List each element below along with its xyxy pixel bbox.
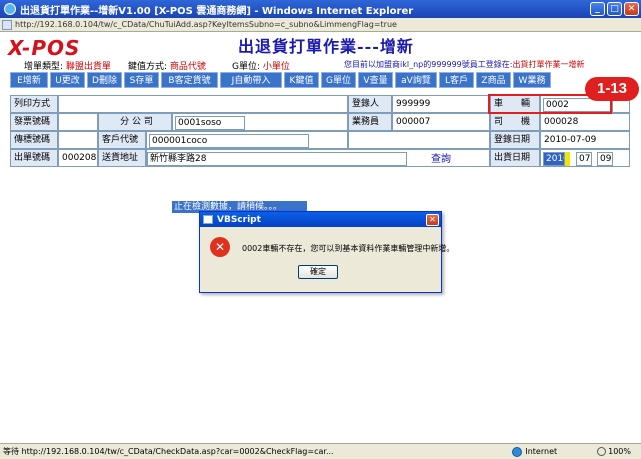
page-title: 出退貨打單作業---增新 — [238, 37, 414, 56]
ship-no-label: 出單號碼 — [10, 149, 58, 167]
print-mode-label: 列印方式 — [10, 95, 58, 113]
dialog-titlebar: VBScript ✕ — [200, 212, 441, 227]
zoom-icon — [597, 447, 607, 456]
ship-no-value: 000208 — [58, 149, 98, 167]
toolbar-button-edit[interactable]: U更改 — [50, 72, 85, 88]
globe-icon — [512, 446, 523, 457]
query-link[interactable]: 查詢 — [431, 152, 451, 166]
customer-code-input[interactable]: 000001coco — [149, 134, 309, 148]
address-bar[interactable]: http://192.168.0.104/tw/c_CData/ChuTuiAd… — [0, 18, 641, 32]
registrar-label: 登錄人 — [348, 95, 392, 113]
text-cursor — [565, 152, 570, 166]
toolbar-button-customer-order[interactable]: B客定貨號 — [161, 72, 218, 88]
login-date-label: 登錄日期 — [490, 131, 540, 149]
ok-button[interactable]: 確定 — [298, 265, 338, 279]
salesman-value: 000007 — [392, 113, 490, 131]
toolbar-button-check-qty[interactable]: V查量 — [358, 72, 393, 88]
unit-setting: G單位: 小單位 — [232, 62, 290, 72]
page-icon — [2, 19, 12, 30]
toolbar-button-auto-fill[interactable]: J自動帶入 — [220, 72, 282, 88]
maximize-button[interactable]: □ — [607, 2, 622, 16]
close-button[interactable]: ✕ — [624, 2, 639, 16]
form-row-2: 發票號碼 分 公 司 0001soso 業務員 000007 司 機 00002… — [10, 113, 630, 131]
toolbar-button-add[interactable]: E增新 — [10, 72, 48, 88]
driver-label: 司 機 — [490, 113, 540, 131]
window-titlebar: 出退貨打單作業--增新V1.00 [X-POS 雲通商務網] - Windows… — [0, 0, 641, 18]
branch-cell: 0001soso — [172, 113, 348, 131]
ship-date-year-input[interactable]: 2010 — [543, 152, 565, 166]
salesman-label: 業務員 — [348, 113, 392, 131]
key-mode: 鍵值方式: 商品代號 — [128, 62, 206, 72]
form-row-3: 傳標號碼 客戶代號 000001coco 登錄日期 2010-07-09 — [10, 131, 630, 149]
form-row-4: 出單號碼 000208 送貨地址 新竹縣李路28 查詢 出貨日期 2010 07… — [10, 149, 630, 167]
ship-addr-input[interactable]: 新竹縣李路28 — [147, 152, 407, 166]
driver-value: 000028 — [540, 113, 630, 131]
customer-code-label: 客戶代號 — [98, 131, 146, 149]
toolbar-button-customer[interactable]: L客戶 — [439, 72, 474, 88]
dialog-close-button[interactable]: ✕ — [426, 213, 439, 226]
login-notice: 您目前以加盟商ikl_np的999999號員工登錄在:出貨打單作業一增新 — [344, 60, 585, 69]
branch-label: 分 公 司 — [98, 113, 172, 131]
empty-cell — [348, 131, 490, 149]
security-zone: Internet — [512, 446, 557, 457]
login-date-value: 2010-07-09 — [540, 131, 630, 149]
ship-date-day-input[interactable]: 09 — [597, 152, 613, 166]
dialog-message: 0002車輛不存在，您可以到基本資料作業車輛管理中新增。 — [242, 244, 455, 253]
ie-icon — [4, 3, 16, 15]
step-callout: 1-13 — [585, 77, 639, 101]
zoom-control[interactable]: 100% — [597, 447, 631, 456]
voucher-no-label: 傳標號碼 — [10, 131, 58, 149]
invoice-no-field[interactable] — [58, 113, 98, 131]
error-icon: ✕ — [210, 237, 230, 257]
branch-input[interactable]: 0001soso — [175, 116, 245, 130]
status-bar: 等待 http://192.168.0.104/tw/c_CData/Check… — [0, 443, 641, 459]
toolbar-button-key-value[interactable]: K鍵值 — [284, 72, 319, 88]
window-title: 出退貨打單作業--增新V1.00 [X-POS 雲通商務網] - Windows… — [20, 5, 414, 17]
ship-addr-label: 送貨地址 — [98, 149, 146, 167]
ship-addr-cell: 新竹縣李路28 查詢 — [146, 149, 490, 167]
toolbar-button-save[interactable]: S存單 — [124, 72, 159, 88]
toolbar-button-unit[interactable]: G單位 — [321, 72, 356, 88]
dialog-title: VBScript — [217, 214, 261, 225]
script-icon — [203, 215, 213, 224]
toolbar: E增新 U更改 D刪除 S存單 B客定貨號 J自動帶入 K鍵值 G單位 V查量 … — [10, 72, 630, 88]
status-text: 等待 http://192.168.0.104/tw/c_CData/Check… — [3, 447, 334, 456]
toolbar-button-delete[interactable]: D刪除 — [87, 72, 122, 88]
customer-code-cell: 000001coco — [146, 131, 348, 149]
ship-date-label: 出貨日期 — [490, 149, 540, 167]
vbscript-dialog: VBScript ✕ ✕ 0002車輛不存在，您可以到基本資料作業車輛管理中新增… — [199, 211, 454, 293]
toolbar-button-sales[interactable]: W業務 — [513, 72, 551, 88]
toolbar-button-browse[interactable]: aV詢覽 — [395, 72, 437, 88]
ship-date-cell: 2010 07 09 — [540, 149, 630, 167]
print-mode-field[interactable] — [58, 95, 348, 113]
app-logo: X-POS — [8, 36, 81, 60]
invoice-no-label: 發票號碼 — [10, 113, 58, 131]
bill-type: 增單類型: 聯盟出貨單 — [24, 62, 111, 72]
registrar-value: 999999 — [392, 95, 490, 113]
address-url[interactable]: http://192.168.0.104/tw/c_CData/ChuTuiAd… — [15, 20, 397, 29]
toolbar-button-product[interactable]: Z商品 — [476, 72, 511, 88]
minimize-button[interactable]: _ — [590, 2, 605, 16]
ship-date-month-input[interactable]: 07 — [576, 152, 592, 166]
voucher-no-field[interactable] — [58, 131, 98, 149]
